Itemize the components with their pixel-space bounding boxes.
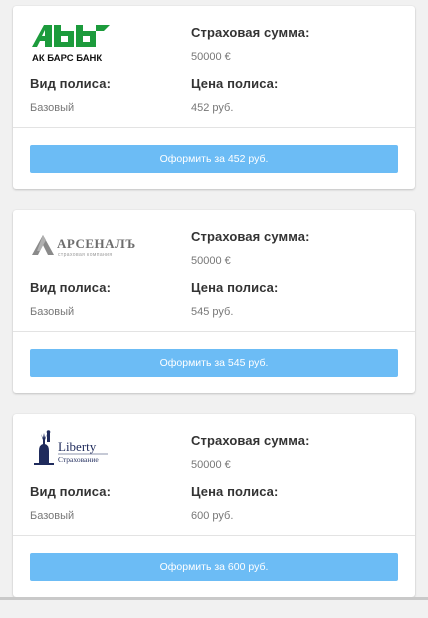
policy-type-field: Вид полиса: Базовый [30, 76, 111, 114]
policy-type-value: Базовый [30, 102, 75, 114]
offer-card-actions: Оформить за 600 руб. [13, 536, 415, 597]
insured-sum-label: Страховая сумма: [191, 433, 310, 448]
arsenal-logo-subtext: страховая компания [58, 252, 112, 258]
insured-sum-value: 50000 € [191, 255, 231, 267]
insured-sum-field: Страховая сумма: 50000 € [191, 433, 310, 471]
policy-type-label: Вид полиса: [30, 484, 112, 499]
insured-sum-field: Страховая сумма: 50000 € [191, 25, 310, 63]
liberty-logo-graphic: Liberty Страхование [34, 430, 108, 465]
liberty-logo-subtext: Страхование [58, 455, 99, 464]
liberty-logo: Liberty Страхование [30, 429, 150, 471]
buy-policy-button[interactable]: Оформить за 545 руб. [30, 349, 398, 377]
policy-price-value: 545 руб. [191, 306, 234, 318]
arsenal-logo-graphic: АРСЕНАЛЪ страховая компания [32, 235, 136, 258]
policy-type-value: Базовый [30, 510, 75, 522]
ak-bars-bank-logo: АК БАРС БАНК [30, 21, 150, 64]
insured-sum-label: Страховая сумма: [191, 229, 310, 244]
policy-type-field: Вид полиса: Базовый [30, 484, 111, 522]
offer-card-details: АК БАРС БАНК Страховая сумма: 50000 € Ви… [13, 6, 415, 128]
offer-card-ak-bars: АК БАРС БАНК Страховая сумма: 50000 € Ви… [13, 6, 415, 189]
policy-type-label: Вид полиса: [30, 76, 112, 91]
policy-price-field: Цена полиса: 545 руб. [191, 280, 278, 318]
offer-card-arsenal: АРСЕНАЛЪ страховая компания Страховая су… [13, 210, 415, 393]
policy-price-value: 600 руб. [191, 510, 234, 522]
liberty-logo-text: Liberty [58, 439, 97, 454]
policy-price-field: Цена полиса: 452 руб. [191, 76, 278, 114]
policy-type-field: Вид полиса: Базовый [30, 280, 111, 318]
policy-price-label: Цена полиса: [191, 484, 279, 499]
policy-type-value: Базовый [30, 306, 75, 318]
ak-bars-logo-text: АК БАРС БАНК [32, 53, 102, 63]
insured-sum-field: Страховая сумма: 50000 € [191, 229, 310, 267]
insured-sum-value: 50000 € [191, 459, 231, 471]
insured-sum-label: Страховая сумма: [191, 25, 310, 40]
buy-policy-button[interactable]: Оформить за 452 руб. [30, 145, 398, 173]
policy-price-value: 452 руб. [191, 102, 234, 114]
insured-sum-value: 50000 € [191, 51, 231, 63]
offer-card-actions: Оформить за 545 руб. [13, 332, 415, 393]
arsenal-logo-text: АРСЕНАЛЪ [57, 236, 136, 251]
insurance-offers-list: АК БАРС БАНК Страховая сумма: 50000 € Ви… [13, 6, 415, 618]
offer-card-actions: Оформить за 452 руб. [13, 128, 415, 189]
offer-card-details: АРСЕНАЛЪ страховая компания Страховая су… [13, 210, 415, 332]
offer-card-liberty: Liberty Страхование Страховая сумма: 500… [13, 414, 415, 597]
arsenal-logo: АРСЕНАЛЪ страховая компания [30, 225, 150, 267]
buy-policy-button[interactable]: Оформить за 600 руб. [30, 553, 398, 581]
policy-price-label: Цена полиса: [191, 76, 279, 91]
policy-price-label: Цена полиса: [191, 280, 279, 295]
offer-card-details: Liberty Страхование Страховая сумма: 500… [13, 414, 415, 536]
policy-price-field: Цена полиса: 600 руб. [191, 484, 278, 522]
policy-type-label: Вид полиса: [30, 280, 112, 295]
ak-bars-bank-logo-graphic: АК БАРС БАНК [32, 25, 110, 64]
